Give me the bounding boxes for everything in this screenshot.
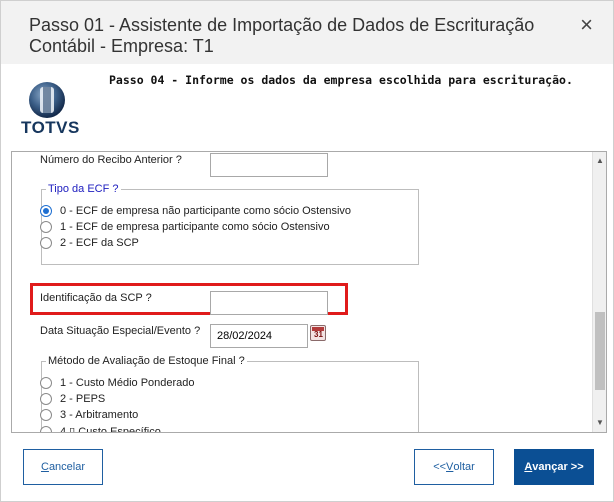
- back-prefix: <<: [433, 461, 447, 473]
- tipo-ecf-option-label: 0 - ECF de empresa não participante como…: [60, 205, 352, 217]
- import-wizard-dialog: Passo 01 - Assistente de Importação de D…: [0, 0, 614, 502]
- step-heading: Passo 04 - Informe os dados da empresa e…: [109, 73, 573, 87]
- radio-icon[interactable]: [40, 409, 52, 421]
- estoque-option-2[interactable]: 2 - PEPS: [40, 393, 105, 405]
- back-button[interactable]: << Voltar: [414, 449, 494, 485]
- estoque-option-4[interactable]: 4 ▯ Custo Específico: [40, 425, 161, 433]
- cancel-accel-key: C: [40, 461, 49, 473]
- title-bar: Passo 01 - Assistente de Importação de D…: [1, 1, 613, 64]
- tipo-ecf-option-1[interactable]: 1 - ECF de empresa participante como sóc…: [40, 221, 330, 233]
- radio-icon[interactable]: [40, 221, 52, 233]
- estoque-option-1[interactable]: 1 - Custo Médio Ponderado: [40, 377, 195, 389]
- estoque-option-label: 3 - Arbitramento: [60, 409, 139, 421]
- identificacao-scp-input[interactable]: [210, 291, 328, 315]
- totvs-logo: TOTVS: [21, 81, 81, 141]
- next-accel-key: A: [524, 461, 533, 473]
- radio-icon[interactable]: [40, 393, 52, 405]
- back-accel-key: V: [446, 461, 454, 473]
- logo-text: TOTVS: [21, 118, 80, 137]
- scroll-down-icon[interactable]: ▼: [595, 418, 605, 428]
- tipo-ecf-option-0[interactable]: 0 - ECF de empresa não participante como…: [40, 205, 351, 217]
- calendar-day-glyph: 31: [314, 330, 323, 339]
- estoque-option-3[interactable]: 3 - Arbitramento: [40, 409, 138, 421]
- tipo-ecf-option-2[interactable]: 2 - ECF da SCP: [40, 237, 139, 249]
- estoque-option-label: 4 ▯ Custo Específico: [60, 426, 161, 433]
- cancel-label-rest: ancelar: [48, 461, 86, 473]
- estoque-legend: Método de Avaliação de Estoque Final ?: [48, 355, 245, 367]
- estoque-option-label: 2 - PEPS: [60, 393, 106, 405]
- estoque-option-label: 1 - Custo Médio Ponderado: [60, 377, 195, 389]
- radio-icon[interactable]: [40, 237, 52, 249]
- tipo-ecf-option-label: 2 - ECF da SCP: [60, 237, 139, 249]
- radio-icon[interactable]: [40, 425, 52, 432]
- totvs-globe-icon: [29, 82, 65, 118]
- recibo-anterior-label: Número do Recibo Anterior ?: [40, 154, 182, 166]
- identificacao-scp-label: Identificação da SCP ?: [40, 292, 152, 304]
- radio-icon[interactable]: [40, 377, 52, 389]
- tipo-ecf-option-label: 1 - ECF de empresa participante como sóc…: [60, 221, 330, 233]
- vertical-scrollbar[interactable]: ▲ ▼: [592, 152, 606, 432]
- data-situacao-input[interactable]: [210, 324, 308, 348]
- next-label-rest: vançar >>: [532, 461, 584, 473]
- scrollbar-thumb[interactable]: [595, 312, 605, 390]
- scroll-up-icon[interactable]: ▲: [595, 156, 605, 166]
- form-scroll-area[interactable]: Número do Recibo Anterior ? Tipo da ECF …: [11, 151, 607, 433]
- back-label-rest: oltar: [453, 461, 475, 473]
- close-icon[interactable]: ×: [580, 14, 593, 36]
- next-button[interactable]: Avançar >>: [514, 449, 594, 485]
- tipo-ecf-legend: Tipo da ECF ?: [48, 183, 119, 195]
- window-title: Passo 01 - Assistente de Importação de D…: [29, 15, 535, 56]
- data-situacao-label: Data Situação Especial/Evento ?: [40, 325, 201, 337]
- radio-selected-icon[interactable]: [40, 205, 52, 217]
- cancel-button[interactable]: Cancelar: [23, 449, 103, 485]
- recibo-anterior-input[interactable]: [210, 153, 328, 177]
- calendar-icon[interactable]: 31: [310, 325, 326, 341]
